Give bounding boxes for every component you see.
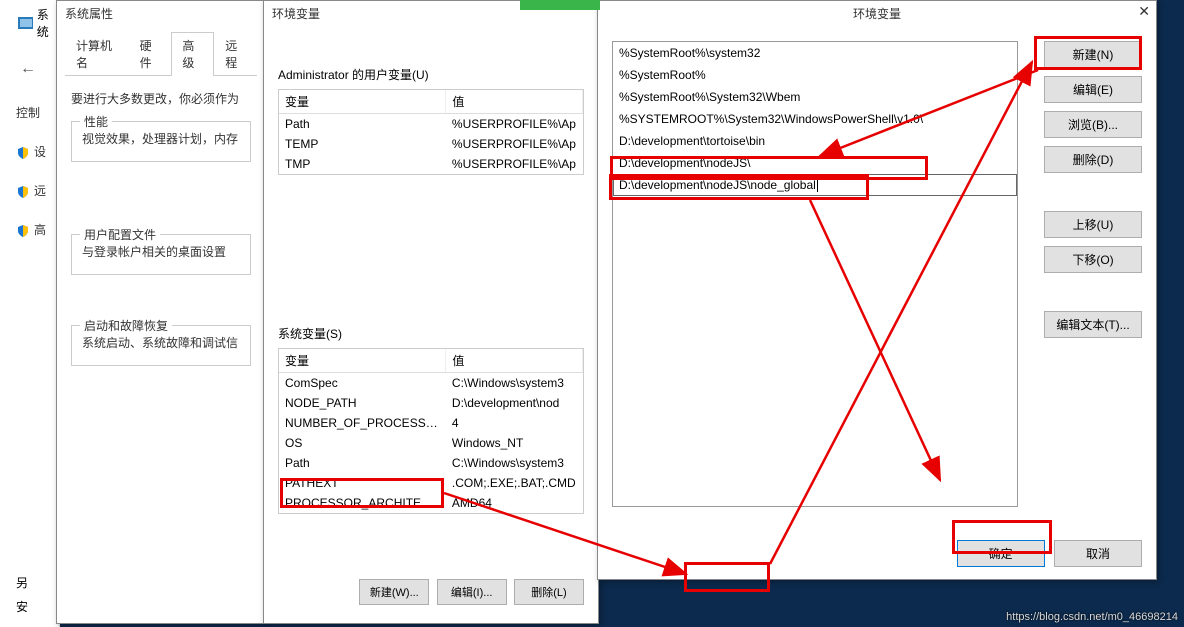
user-vars-label: Administrator 的用户变量(U)	[278, 66, 584, 83]
var-val: %USERPROFILE%\Ap	[446, 154, 583, 174]
control-panel-icon: 系统	[18, 6, 59, 40]
sys-title: 系统属性	[57, 1, 265, 26]
table-row[interactable]: OSWindows_NT	[279, 433, 583, 453]
var-name: NUMBER_OF_PROCESSORS	[279, 413, 446, 433]
var-name: TMP	[279, 154, 446, 174]
side-security[interactable]: 安	[16, 598, 28, 615]
startup-label: 启动和故障恢复	[80, 317, 172, 334]
var-name: PROCESSOR_ARCHITECT...	[279, 493, 446, 513]
sys-note: 要进行大多数更改，你必须作为	[71, 90, 251, 107]
col-var[interactable]: 变量	[279, 349, 446, 373]
cancel-button[interactable]: 取消	[1054, 540, 1142, 567]
table-row[interactable]: TEMP%USERPROFILE%\Ap	[279, 134, 583, 154]
var-name: Path	[279, 453, 446, 473]
path-delete-button[interactable]: 删除(D)	[1044, 146, 1142, 173]
table-row[interactable]: PROCESSOR_ARCHITECT...AMD64	[279, 493, 583, 513]
var-val: %USERPROFILE%\Ap	[446, 134, 583, 154]
side-settings[interactable]: 设	[16, 143, 46, 160]
path-moveup-button[interactable]: 上移(U)	[1044, 211, 1142, 238]
back-arrow-icon[interactable]: ←	[20, 60, 36, 78]
browser-sidebar: 系统 ← 控制 设 远 高 另 安	[0, 0, 60, 627]
var-val: C:\Windows\system3	[446, 453, 583, 473]
env-new-button[interactable]: 新建(W)...	[359, 579, 429, 605]
col-var[interactable]: 变量	[279, 90, 446, 114]
tab-computer-name[interactable]: 计算机名	[65, 32, 129, 75]
tab-remote[interactable]: 远程	[214, 32, 257, 75]
path-title: 环境变量	[853, 7, 901, 21]
list-item[interactable]: %SystemRoot%	[613, 64, 1017, 86]
var-name: ComSpec	[279, 373, 446, 394]
userprofile-desc: 与登录帐户相关的桌面设置	[82, 243, 240, 260]
var-val: AMD64	[446, 493, 583, 513]
var-val: Windows_NT	[446, 433, 583, 453]
sys-tabs: 计算机名 硬件 高级 远程	[65, 32, 257, 76]
list-item[interactable]: %SystemRoot%\System32\Wbem	[613, 86, 1017, 108]
table-row[interactable]: NUMBER_OF_PROCESSORS4	[279, 413, 583, 433]
env-del-button[interactable]: 删除(L)	[514, 579, 584, 605]
title-accent	[520, 0, 600, 10]
list-item[interactable]: D:\development\nodeJS\	[613, 152, 1017, 174]
sys-vars-label: 系统变量(S)	[278, 325, 584, 342]
table-row[interactable]: NODE_PATHD:\development\nod	[279, 393, 583, 413]
table-row[interactable]: PathC:\Windows\system3	[279, 453, 583, 473]
close-icon[interactable]: ✕	[1138, 3, 1150, 20]
table-row[interactable]: PATHEXT.COM;.EXE;.BAT;.CMD	[279, 473, 583, 493]
ok-button[interactable]: 确定	[957, 540, 1045, 567]
env-vars-dialog: 环境变量 Administrator 的用户变量(U) 变量 值 Path%US…	[263, 0, 599, 624]
var-val: .COM;.EXE;.BAT;.CMD	[446, 473, 583, 493]
path-edit-input[interactable]: D:\development\nodeJS\node_global	[613, 174, 1017, 196]
userprofile-label: 用户配置文件	[80, 226, 160, 243]
watermark: https://blog.csdn.net/m0_46698214	[1006, 611, 1178, 623]
tab-advanced[interactable]: 高级	[171, 32, 214, 76]
side-other[interactable]: 另	[16, 574, 28, 591]
var-name: NODE_PATH	[279, 393, 446, 413]
path-new-button[interactable]: 新建(N)	[1044, 41, 1142, 68]
side-control[interactable]: 控制	[16, 104, 46, 121]
col-val[interactable]: 值	[446, 90, 583, 114]
list-item[interactable]: %SYSTEMROOT%\System32\WindowsPowerShell\…	[613, 108, 1017, 130]
var-name: Path	[279, 114, 446, 135]
startup-desc: 系统启动、系统故障和调试信	[82, 334, 240, 351]
path-edittext-button[interactable]: 编辑文本(T)...	[1044, 311, 1142, 338]
table-row[interactable]: Path%USERPROFILE%\Ap	[279, 114, 583, 135]
var-val: 4	[446, 413, 583, 433]
list-item-editing[interactable]: D:\development\nodeJS\node_global	[613, 174, 1017, 196]
table-row[interactable]: TMP%USERPROFILE%\Ap	[279, 154, 583, 174]
list-item[interactable]: %SystemRoot%\system32	[613, 42, 1017, 64]
edit-path-dialog: 环境变量 ✕ %SystemRoot%\system32%SystemRoot%…	[597, 0, 1157, 580]
system-properties-dialog: 系统属性 计算机名 硬件 高级 远程 要进行大多数更改，你必须作为 性能 视觉效…	[56, 0, 266, 624]
sys-vars-table[interactable]: 变量 值 ComSpecC:\Windows\system3NODE_PATHD…	[278, 348, 584, 514]
side-advanced[interactable]: 高	[16, 221, 46, 238]
perf-desc: 视觉效果，处理器计划，内存	[82, 130, 240, 147]
var-name: PATHEXT	[279, 473, 446, 493]
path-edit-button[interactable]: 编辑(E)	[1044, 76, 1142, 103]
path-listbox[interactable]: %SystemRoot%\system32%SystemRoot%%System…	[612, 41, 1018, 507]
user-vars-table[interactable]: 变量 值 Path%USERPROFILE%\ApTEMP%USERPROFIL…	[278, 89, 584, 175]
list-item[interactable]: D:\development\tortoise\bin	[613, 130, 1017, 152]
table-row[interactable]: ComSpecC:\Windows\system3	[279, 373, 583, 394]
var-val: C:\Windows\system3	[446, 373, 583, 394]
env-edit-button[interactable]: 编辑(I)...	[437, 579, 507, 605]
var-val: %USERPROFILE%\Ap	[446, 114, 583, 135]
var-name: TEMP	[279, 134, 446, 154]
path-browse-button[interactable]: 浏览(B)...	[1044, 111, 1142, 138]
tab-hardware[interactable]: 硬件	[129, 32, 172, 75]
perf-label: 性能	[80, 113, 112, 130]
path-movedown-button[interactable]: 下移(O)	[1044, 246, 1142, 273]
side-remote[interactable]: 远	[16, 182, 46, 199]
var-name: OS	[279, 433, 446, 453]
col-val[interactable]: 值	[446, 349, 583, 373]
var-val: D:\development\nod	[446, 393, 583, 413]
